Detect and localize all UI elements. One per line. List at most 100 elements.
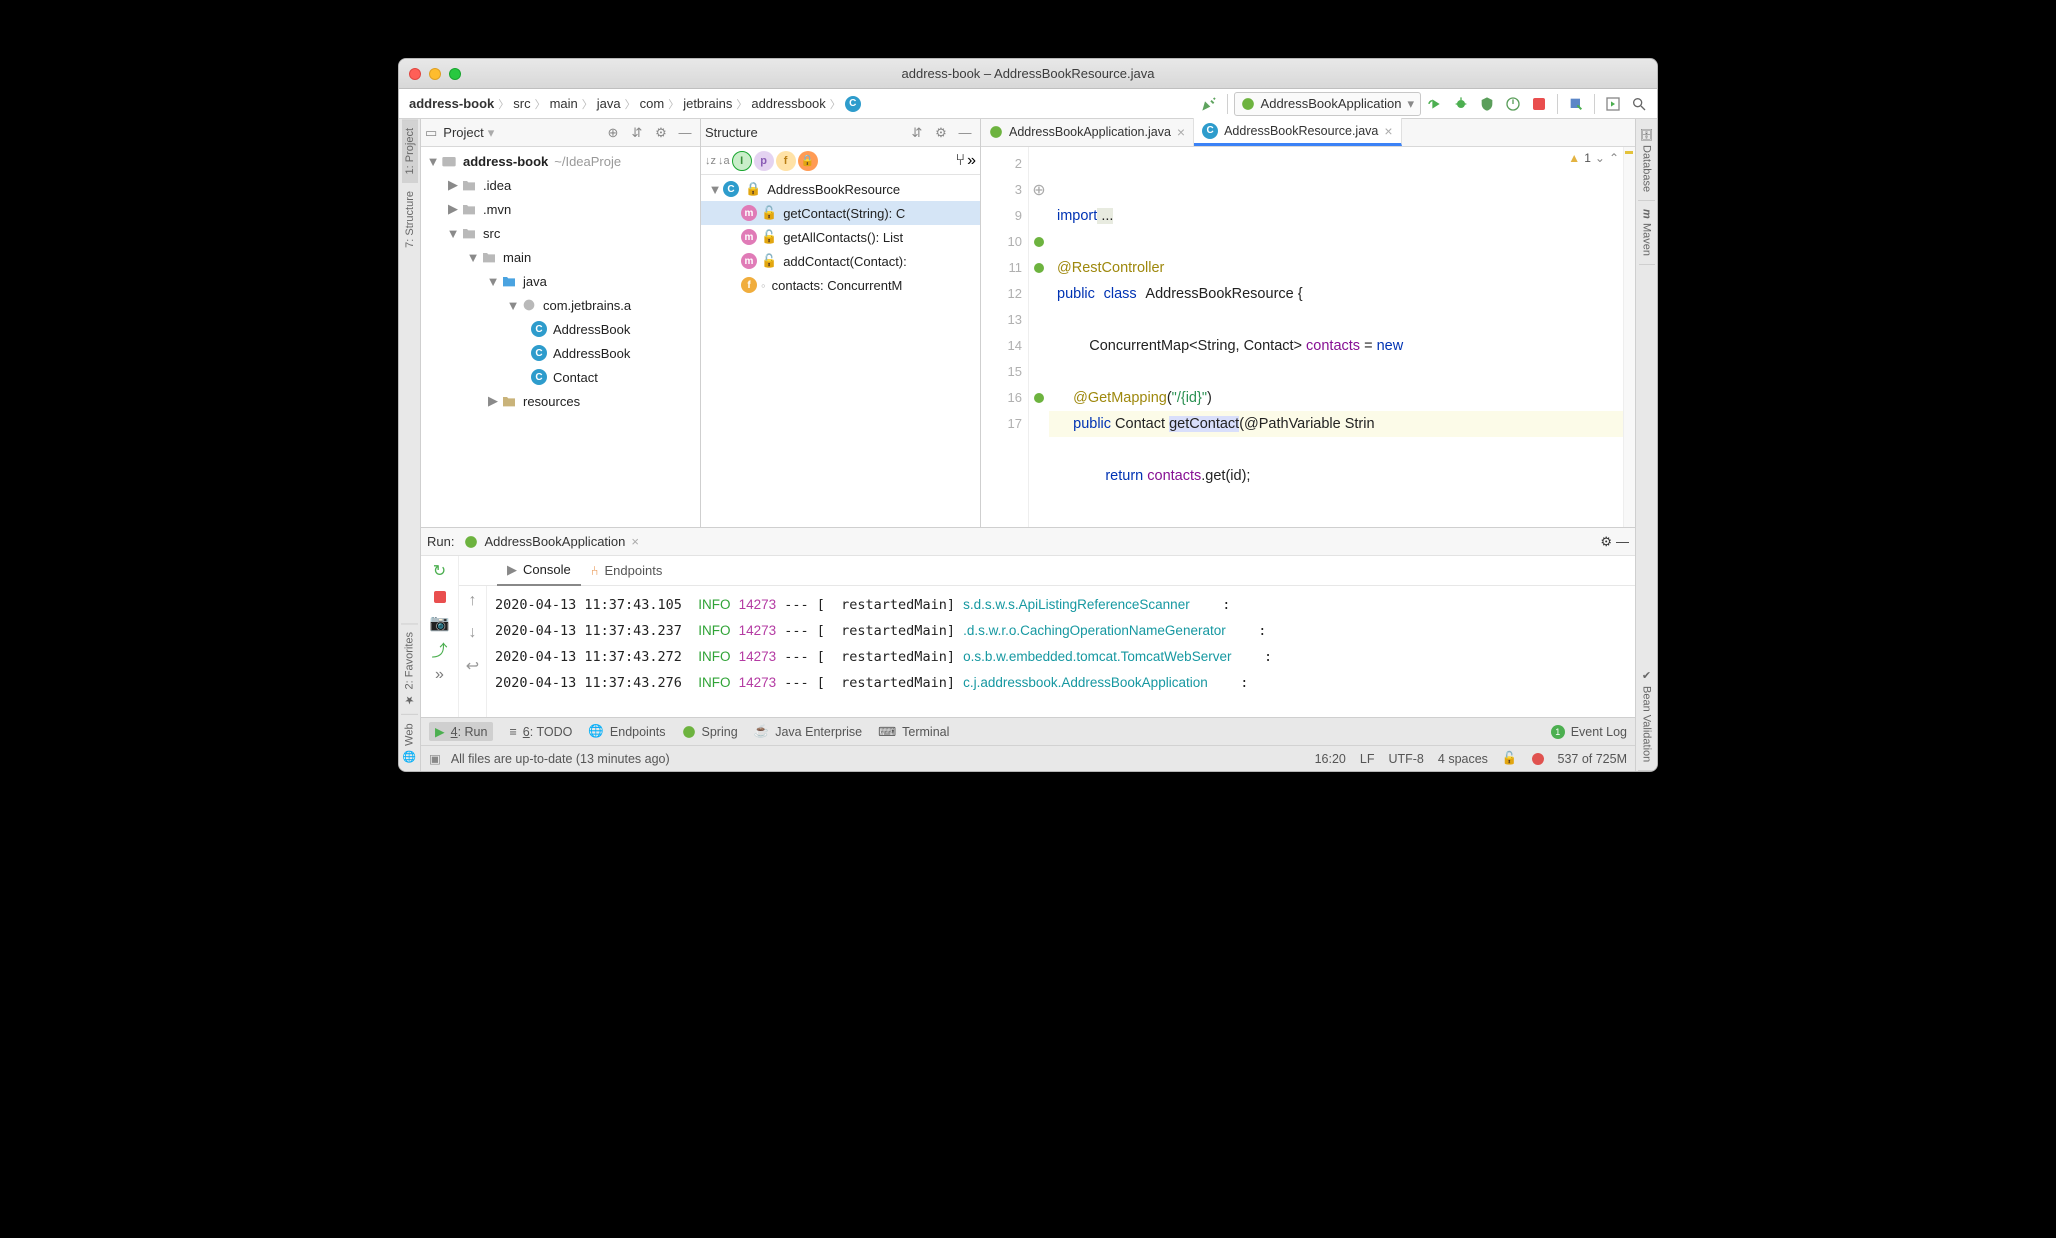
bottom-tab-terminal[interactable]: ⌨Terminal (878, 724, 949, 739)
project-header-title[interactable]: Project (443, 125, 483, 140)
settings-gear-icon[interactable]: ⚙ (930, 122, 952, 144)
sidebar-tab-database[interactable]: 🗄Database (1638, 119, 1655, 201)
editor-tab[interactable]: C AddressBookResource.java × (1194, 118, 1401, 146)
memory-indicator[interactable]: 537 of 725M (1558, 752, 1628, 766)
structure-node[interactable]: getAllContacts(): List (783, 230, 903, 245)
settings-gear-icon[interactable]: ⚙ (1600, 534, 1612, 550)
settings-gear-icon[interactable]: ⚙ (650, 122, 672, 144)
structure-node[interactable]: getContact(String): C (783, 206, 905, 221)
code-editor[interactable]: 2 3 9 10 11 12 13 14 15 16 17 (981, 147, 1635, 527)
tree-node[interactable]: src (483, 226, 500, 241)
collapse-all-button[interactable]: ⇵ (626, 122, 648, 144)
breadcrumb-item[interactable]: main (550, 96, 578, 111)
tree-node[interactable]: .mvn (483, 202, 511, 217)
readonly-lock-icon[interactable]: 🔓 (1502, 751, 1518, 766)
run-button[interactable] (1423, 92, 1447, 116)
show-interfaces-button[interactable]: I (732, 151, 752, 171)
bottom-tab-javaee[interactable]: ☕Java Enterprise (754, 724, 862, 739)
show-nonpublic-button[interactable]: 🔒 (798, 151, 818, 171)
layout-button[interactable]: ⤴ (431, 640, 449, 658)
project-tree[interactable]: ▼address-book~/IdeaProje ▶.idea ▶.mvn ▼s… (421, 147, 700, 527)
close-icon[interactable]: × (631, 534, 639, 549)
chevron-down-icon[interactable]: ▾ (488, 125, 495, 141)
hide-button[interactable]: — (954, 122, 976, 144)
indent-widget[interactable]: 4 spaces (1438, 752, 1488, 766)
sort-button[interactable]: ↓z (705, 155, 716, 167)
search-everywhere-button[interactable] (1601, 92, 1625, 116)
tree-node[interactable]: com.jetbrains.a (543, 298, 631, 313)
sidebar-tab-favorites[interactable]: ★2: Favorites (401, 623, 418, 714)
spring-gutter-icon[interactable] (1033, 236, 1045, 248)
bottom-tab-spring[interactable]: Spring (682, 725, 738, 739)
fold-icon[interactable]: ⊕ (1032, 180, 1045, 200)
close-window-button[interactable] (409, 68, 421, 80)
minimize-window-button[interactable] (429, 68, 441, 80)
problems-indicator[interactable] (1532, 753, 1544, 765)
show-fields-button[interactable]: f (776, 151, 796, 171)
breadcrumb-item[interactable]: java (597, 96, 621, 111)
structure-node[interactable]: contacts: ConcurrentM (772, 278, 903, 293)
hide-button[interactable]: — (674, 122, 696, 144)
update-button[interactable] (1564, 92, 1588, 116)
search-button[interactable] (1627, 92, 1651, 116)
breadcrumb-item[interactable]: jetbrains (683, 96, 732, 111)
toolwindows-button[interactable]: ▣ (429, 751, 441, 766)
tree-node[interactable]: main (503, 250, 531, 265)
sort-alpha-button[interactable]: ↓a (718, 155, 730, 167)
structure-node[interactable]: AddressBookResource (767, 182, 900, 197)
bottom-tab-run[interactable]: ▶4: Run (429, 722, 493, 741)
breadcrumb-item[interactable]: address-book (409, 96, 494, 111)
sidebar-tab-bean-validation[interactable]: ✔Bean Validation (1638, 661, 1655, 771)
console-output[interactable]: 2020-04-13 11:37:43.105 INFO 14273 --- [… (487, 586, 1635, 717)
run-tab[interactable]: AddressBookApplication × (454, 528, 649, 556)
rerun-button[interactable]: ↻ (431, 562, 449, 580)
coverage-button[interactable] (1475, 92, 1499, 116)
sidebar-tab-project[interactable]: 1: Project (402, 119, 418, 182)
event-log-button[interactable]: 1Event Log (1551, 725, 1627, 739)
run-config-selector[interactable]: AddressBookApplication ▾ (1234, 92, 1421, 116)
breadcrumb[interactable]: address-book 〉 src〉 main〉 java〉 com〉 jet… (409, 96, 861, 112)
breadcrumb-item[interactable]: com (640, 96, 665, 111)
locate-button[interactable]: ⊕ (602, 122, 624, 144)
bottom-tab-endpoints[interactable]: 🌐Endpoints (588, 724, 665, 739)
tree-node[interactable]: Contact (553, 370, 598, 385)
zoom-window-button[interactable] (449, 68, 461, 80)
editor-tab[interactable]: AddressBookApplication.java × (981, 118, 1194, 146)
tree-node[interactable]: AddressBook (553, 346, 630, 361)
close-tab-button[interactable]: × (1384, 123, 1392, 139)
breadcrumb-item[interactable]: addressbook (751, 96, 825, 111)
endpoints-tab[interactable]: ⑃Endpoints (581, 556, 673, 586)
profile-button[interactable] (1501, 92, 1525, 116)
sidebar-tab-web[interactable]: 🌐Web (401, 714, 418, 771)
close-tab-button[interactable]: × (1177, 124, 1185, 140)
inspection-widget[interactable]: ▲ 1 ⌄ ⌃ (1568, 151, 1619, 165)
tree-node[interactable]: address-book (463, 154, 548, 169)
line-separator[interactable]: LF (1360, 752, 1375, 766)
show-properties-button[interactable]: p (754, 151, 774, 171)
more-button[interactable]: » (967, 152, 976, 170)
spring-gutter-icon[interactable] (1033, 392, 1045, 404)
chevron-up-icon[interactable]: ⌃ (1609, 151, 1619, 165)
scroll-down-button[interactable]: ↓ (469, 624, 477, 642)
autoscroll-button[interactable]: ⑂ (955, 152, 965, 170)
tree-node[interactable]: java (523, 274, 547, 289)
structure-tree[interactable]: ▼C🔒AddressBookResource m🔓getContact(Stri… (701, 175, 980, 527)
bottom-tab-todo[interactable]: ≡6: TODO (509, 725, 572, 739)
stop-button[interactable] (431, 588, 449, 606)
scroll-up-button[interactable]: ↑ (469, 592, 477, 610)
sidebar-tab-maven[interactable]: mMaven (1639, 201, 1655, 265)
breadcrumb-item[interactable]: src (513, 96, 530, 111)
build-button[interactable] (1197, 92, 1221, 116)
chevron-down-icon[interactable]: ⌄ (1595, 151, 1605, 165)
code-content[interactable]: import ... @RestController public class … (1049, 147, 1623, 527)
sidebar-tab-structure[interactable]: 7: Structure (402, 182, 418, 256)
tree-node[interactable]: AddressBook (553, 322, 630, 337)
caret-position[interactable]: 16:20 (1315, 752, 1346, 766)
more-button[interactable]: » (431, 666, 449, 684)
tree-node[interactable]: .idea (483, 178, 511, 193)
debug-button[interactable] (1449, 92, 1473, 116)
spring-gutter-icon[interactable] (1033, 262, 1045, 274)
soft-wrap-button[interactable]: ↩ (466, 656, 479, 676)
collapse-button[interactable]: ⇵ (906, 122, 928, 144)
console-tab[interactable]: ▶Console (497, 556, 581, 586)
